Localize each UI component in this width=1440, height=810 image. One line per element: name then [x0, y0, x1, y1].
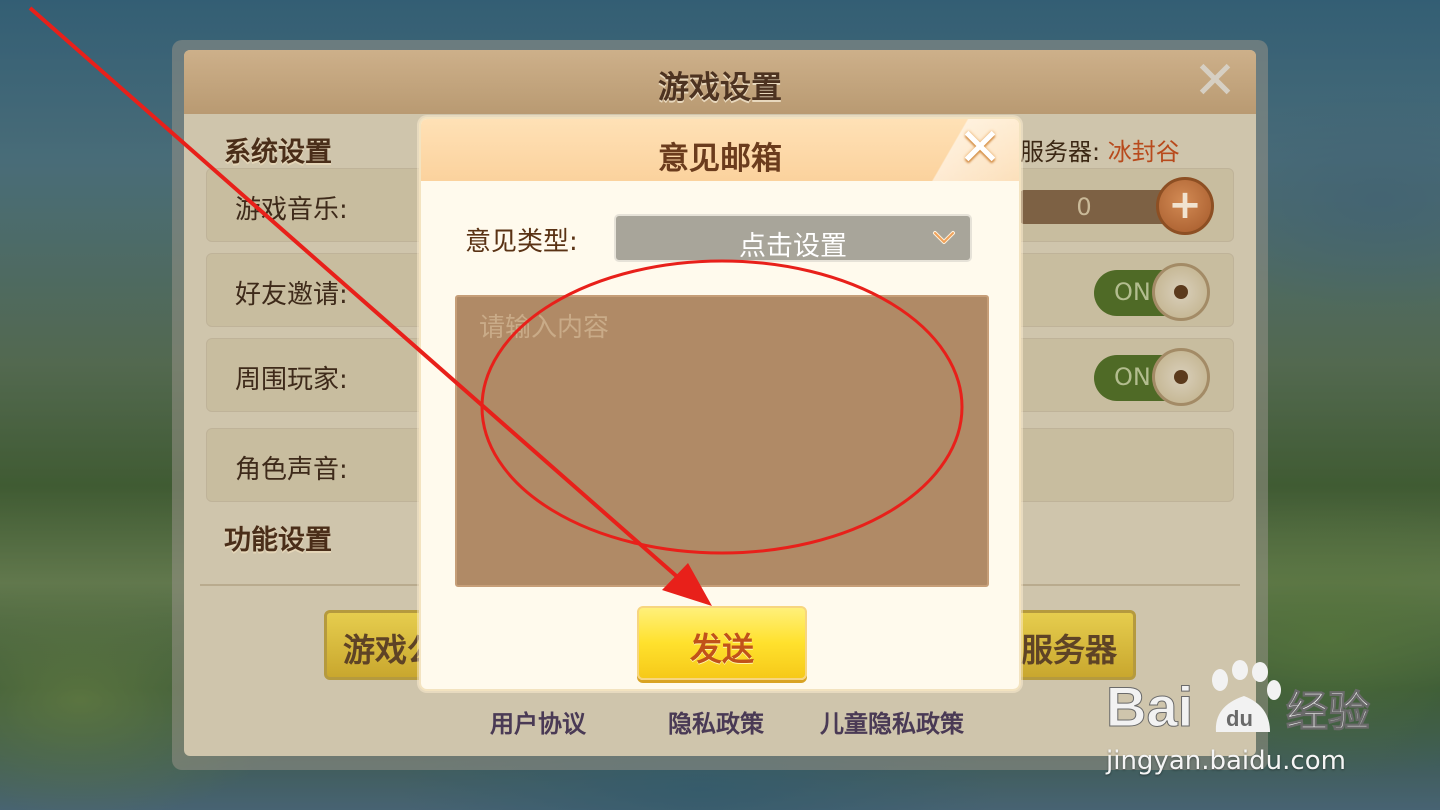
svg-text:du: du [1226, 706, 1253, 731]
dropdown-selected-value: 点击设置 [739, 231, 847, 262]
toggle-knob [1152, 263, 1210, 321]
row-label: 周围玩家: [235, 365, 348, 395]
server-label: 服务器: [1020, 138, 1101, 166]
button-label: 服务器 [1021, 631, 1118, 669]
feedback-content-input[interactable] [455, 295, 989, 587]
row-label: 角色声音: [235, 455, 348, 485]
system-settings-heading: 系统设置 [224, 137, 332, 168]
music-volume-value: 0 [1076, 193, 1092, 221]
toggle-label: ON [1114, 278, 1151, 306]
close-icon[interactable]: ✕ [955, 122, 1005, 175]
server-info: 服务器: 冰封谷 [1020, 132, 1180, 167]
modal-title: 意见邮箱 [658, 141, 782, 177]
svg-text:经验: 经验 [1286, 687, 1370, 736]
row-label: 好友邀请: [235, 280, 348, 310]
send-button-label: 发送 [689, 630, 754, 668]
chevron-down-icon [933, 231, 955, 244]
baidu-watermark-logo: Bai du 经验 [1106, 660, 1371, 739]
svg-text:Bai: Bai [1106, 675, 1193, 738]
volume-plus-button[interactable]: + [1156, 177, 1214, 235]
friend-invite-toggle[interactable]: ON [1094, 263, 1210, 321]
server-value: 冰封谷 [1107, 138, 1180, 166]
child-privacy-policy-link[interactable]: 儿童隐私政策 [820, 704, 964, 739]
feedback-type-dropdown[interactable]: 点击设置 [614, 214, 972, 262]
close-icon[interactable]: ✕ [1190, 55, 1240, 108]
settings-header: 游戏设置 ✕ [184, 50, 1256, 114]
nearby-players-toggle[interactable]: ON [1094, 348, 1210, 406]
watermark-url: jingyan.baidu.com [1106, 746, 1346, 776]
toggle-knob [1152, 348, 1210, 406]
settings-title: 游戏设置 [658, 70, 782, 106]
send-button[interactable]: 发送 [637, 606, 807, 680]
function-settings-heading: 功能设置 [224, 525, 332, 556]
feedback-type-label: 意见类型: [465, 227, 578, 257]
privacy-policy-link[interactable]: 隐私政策 [668, 704, 764, 739]
modal-header: 意见邮箱 ✕ [421, 119, 1019, 181]
toggle-label: ON [1114, 363, 1151, 391]
row-label: 游戏音乐: [235, 195, 348, 225]
user-agreement-link[interactable]: 用户协议 [490, 704, 586, 739]
feedback-modal: 意见邮箱 ✕ 意见类型: 点击设置 发送 [419, 117, 1021, 691]
